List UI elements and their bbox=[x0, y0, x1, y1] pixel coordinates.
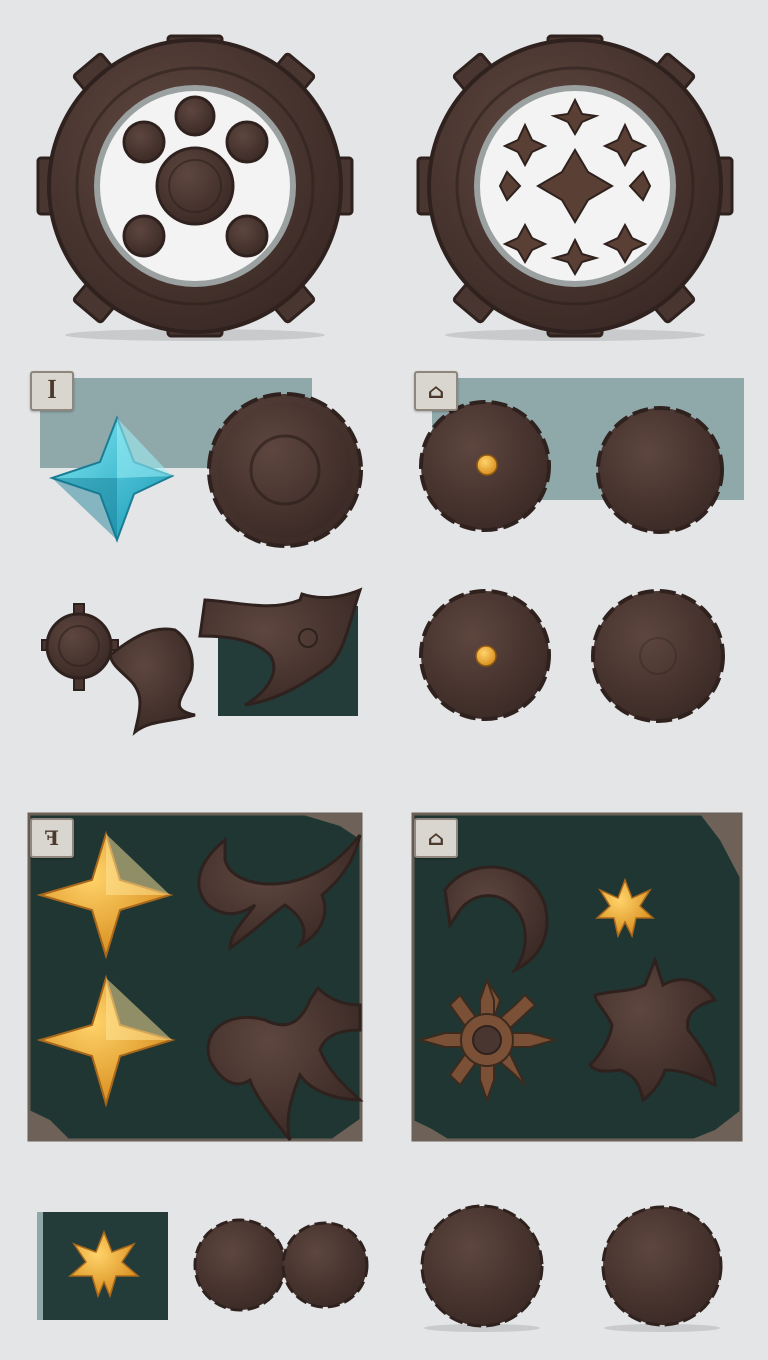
small-gear-icon bbox=[41, 603, 119, 691]
sprite-badge-1: ꟾ bbox=[30, 371, 74, 411]
gear-wheel-spikes-icon bbox=[416, 34, 734, 341]
sprite-badge-3: ꟻ bbox=[30, 818, 74, 858]
wooden-shield-icon bbox=[207, 392, 363, 548]
sprite-badge-4: ⌂ bbox=[414, 818, 458, 858]
gear-wheel-studs-icon bbox=[36, 34, 354, 341]
panel-frame-left bbox=[27, 812, 363, 1142]
wooden-shield-plain-icon bbox=[596, 406, 724, 534]
wooden-shield-gold-gem-2-icon bbox=[419, 589, 551, 721]
sprite-badge-2: ⌂ bbox=[414, 371, 458, 411]
wooden-shield-bottom-icon bbox=[420, 1204, 544, 1332]
sprite-sheet-art bbox=[27, 34, 744, 1332]
wooden-shield-gold-gem-icon bbox=[419, 400, 551, 532]
wooden-shield-bottom-2-icon bbox=[601, 1205, 723, 1332]
panel-frame-right bbox=[411, 812, 743, 1142]
double-shield-icon bbox=[193, 1218, 369, 1312]
wooden-shield-plain-2-icon bbox=[591, 589, 725, 723]
